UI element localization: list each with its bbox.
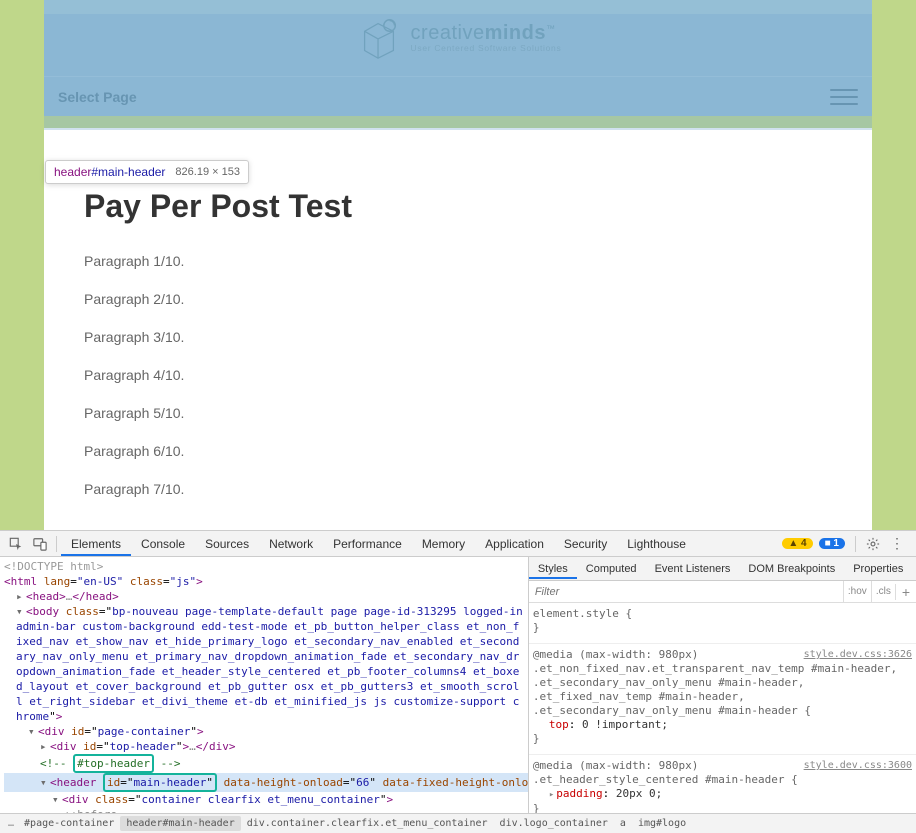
cube-icon (355, 14, 403, 62)
devtools-tabbar: Elements Console Sources Network Perform… (0, 531, 916, 557)
dom-tree[interactable]: <!DOCTYPE html> <html lang="en-US" class… (0, 557, 528, 813)
logo[interactable]: creativeminds™ User Centered Software So… (355, 14, 562, 62)
bc-container[interactable]: div.container.clearfix.et_menu_container (241, 816, 494, 831)
sp-tab-styles[interactable]: Styles (529, 559, 577, 579)
tab-lighthouse[interactable]: Lighthouse (617, 532, 696, 556)
paragraph: Paragraph 6/10. (84, 443, 832, 459)
inspect-tooltip: header#main-header 826.19 × 153 (45, 160, 249, 184)
sp-tab-listeners[interactable]: Event Listeners (646, 559, 740, 579)
bc-main-header[interactable]: header#main-header (120, 816, 240, 831)
cls-toggle[interactable]: .cls (871, 581, 895, 602)
dom-selected-row[interactable]: ⋯ ▾<header id="main-header" data-height-… (4, 773, 528, 792)
bc-page-container[interactable]: #page-container (18, 816, 120, 831)
info-badge[interactable]: ■ 1 (819, 538, 845, 549)
tab-memory[interactable]: Memory (412, 532, 475, 556)
sp-tab-dombp[interactable]: DOM Breakpoints (739, 559, 844, 579)
tab-sources[interactable]: Sources (195, 532, 259, 556)
tab-security[interactable]: Security (554, 532, 617, 556)
nav-row: Select Page (44, 76, 872, 116)
breadcrumb-ellipsis[interactable]: … (4, 818, 18, 829)
page-title: Pay Per Post Test (84, 188, 832, 225)
styles-filter: :hov .cls + (529, 581, 916, 603)
warnings-badge[interactable]: ▲ 4 (782, 538, 812, 549)
logo-text: creativeminds™ User Centered Software So… (411, 23, 562, 53)
divider-strip (44, 116, 872, 128)
select-page-label[interactable]: Select Page (58, 89, 137, 105)
page-wrap: creativeminds™ User Centered Software So… (0, 0, 916, 530)
paragraph: Paragraph 2/10. (84, 291, 832, 307)
tab-console[interactable]: Console (131, 532, 195, 556)
new-rule-icon[interactable]: + (895, 584, 916, 600)
bc-a[interactable]: a (614, 816, 632, 831)
paragraph: Paragraph 7/10. (84, 481, 832, 497)
tab-performance[interactable]: Performance (323, 532, 412, 556)
devtools-body: <!DOCTYPE html> <html lang="en-US" class… (0, 557, 916, 813)
inspect-element-icon[interactable] (8, 536, 24, 552)
logo-row: creativeminds™ User Centered Software So… (44, 0, 872, 76)
tab-elements[interactable]: Elements (61, 532, 131, 556)
styles-pane: Styles Computed Event Listeners DOM Brea… (528, 557, 916, 813)
callout-comment: #top-header (77, 757, 150, 770)
styles-rules[interactable]: element.style { } @media (max-width: 980… (529, 603, 916, 813)
paragraph: Paragraph 3/10. (84, 329, 832, 345)
styles-tabs: Styles Computed Event Listeners DOM Brea… (529, 557, 916, 581)
device-toggle-icon[interactable] (32, 536, 48, 552)
gear-icon[interactable] (866, 537, 880, 551)
hov-toggle[interactable]: :hov (843, 581, 871, 602)
sp-more-icon[interactable]: » (912, 563, 916, 575)
sp-tab-properties[interactable]: Properties (844, 559, 912, 579)
paragraph: Paragraph 4/10. (84, 367, 832, 383)
bc-img-logo[interactable]: img#logo (632, 816, 692, 831)
devtools: Elements Console Sources Network Perform… (0, 530, 916, 833)
hamburger-icon[interactable] (830, 89, 858, 105)
page-viewport: creativeminds™ User Centered Software So… (0, 0, 916, 530)
kebab-icon[interactable]: ⋮ (886, 535, 908, 552)
paragraph: Paragraph 5/10. (84, 405, 832, 421)
content-area: Pay Per Post Test Paragraph 1/10. Paragr… (44, 128, 872, 530)
tab-network[interactable]: Network (259, 532, 323, 556)
filter-input[interactable] (529, 584, 843, 600)
breadcrumb: … #page-container header#main-header div… (0, 813, 916, 833)
main-header: creativeminds™ User Centered Software So… (44, 0, 872, 116)
sp-tab-computed[interactable]: Computed (577, 559, 646, 579)
paragraph: Paragraph 1/10. (84, 253, 832, 269)
bc-logo-container[interactable]: div.logo_container (494, 816, 614, 831)
tab-application[interactable]: Application (475, 532, 554, 556)
